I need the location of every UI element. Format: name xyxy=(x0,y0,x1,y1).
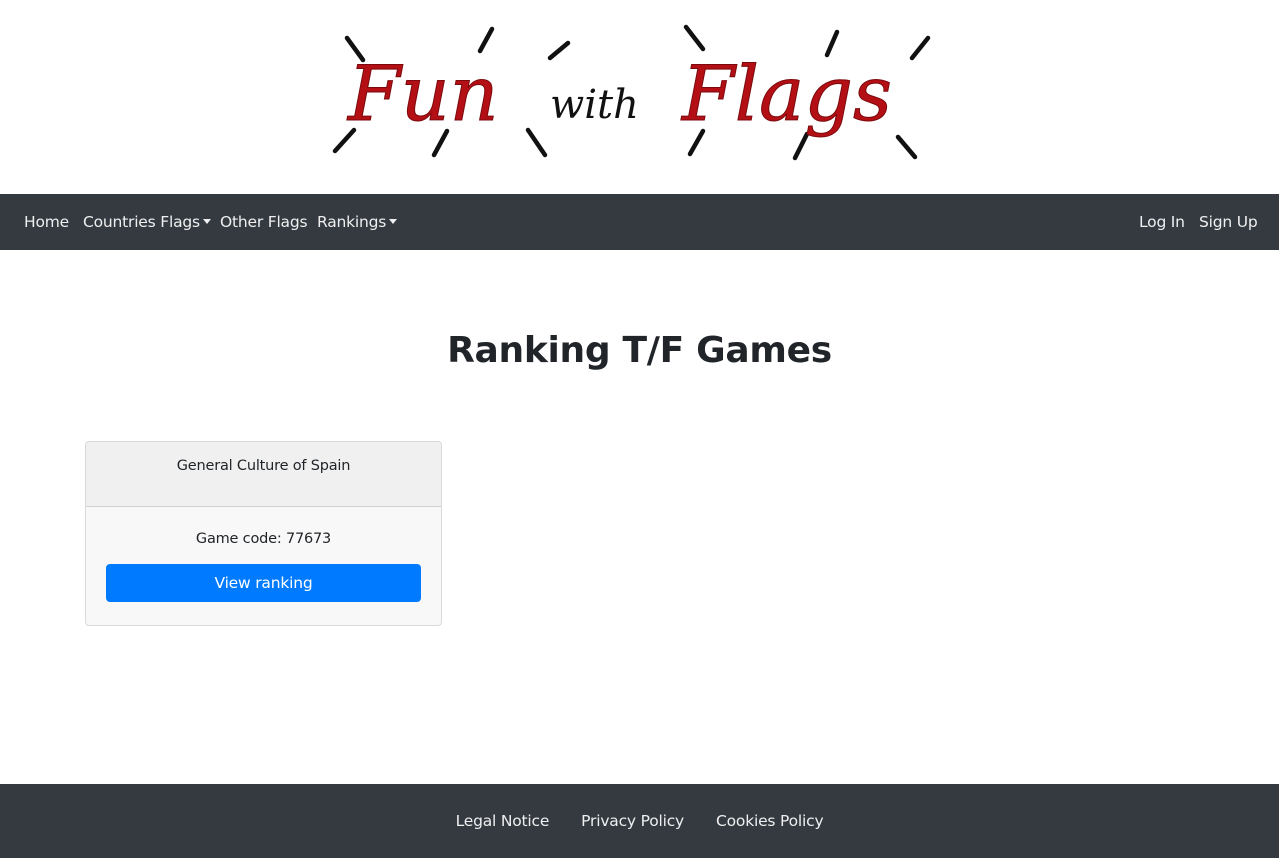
nav-log-in[interactable]: Log In xyxy=(1139,194,1185,250)
view-ranking-button[interactable]: View ranking xyxy=(106,564,421,602)
logo-text-with: with xyxy=(550,82,639,128)
main-navbar: Home Countries Flags Other Flags Ranking… xyxy=(0,194,1279,250)
nav-countries-flags-label: Countries Flags xyxy=(83,213,200,231)
nav-countries-flags-dropdown[interactable]: Countries Flags xyxy=(83,194,211,250)
fun-with-flags-logo[interactable]: Fun with Flags xyxy=(330,20,940,170)
footer: Legal Notice Privacy Policy Cookies Poli… xyxy=(0,784,1279,858)
footer-cookies-policy-link[interactable]: Cookies Policy xyxy=(716,812,824,830)
page: Fun with Flags Home Countries Flags Othe… xyxy=(0,0,1279,858)
nav-home[interactable]: Home xyxy=(24,194,69,250)
nav-sign-up-label: Sign Up xyxy=(1199,213,1258,231)
caret-down-icon xyxy=(202,219,211,224)
game-code: Game code: 77673 xyxy=(195,531,332,547)
nav-rankings-dropdown[interactable]: Rankings xyxy=(317,194,398,250)
nav-rankings-label: Rankings xyxy=(317,213,387,231)
nav-other-flags[interactable]: Other Flags xyxy=(220,194,308,250)
logo-text-flags: Flags xyxy=(680,49,892,138)
game-card: General Culture of Spain Game code: 7767… xyxy=(85,441,442,626)
logo-text-fun: Fun xyxy=(346,49,499,138)
game-card-header: General Culture of Spain xyxy=(86,442,441,507)
footer-legal-notice-link[interactable]: Legal Notice xyxy=(456,812,550,830)
footer-links: Legal Notice Privacy Policy Cookies Poli… xyxy=(0,784,1279,858)
nav-log-in-label: Log In xyxy=(1139,213,1185,231)
page-title: Ranking T/F Games xyxy=(447,330,832,371)
nav-other-flags-label: Other Flags xyxy=(220,213,308,231)
caret-down-icon xyxy=(389,219,398,224)
footer-privacy-policy-link[interactable]: Privacy Policy xyxy=(581,812,684,830)
header-banner: Fun with Flags xyxy=(0,0,1279,194)
nav-home-label: Home xyxy=(24,213,69,231)
nav-sign-up[interactable]: Sign Up xyxy=(1199,194,1258,250)
game-card-body: Game code: 77673 View ranking xyxy=(86,507,441,602)
